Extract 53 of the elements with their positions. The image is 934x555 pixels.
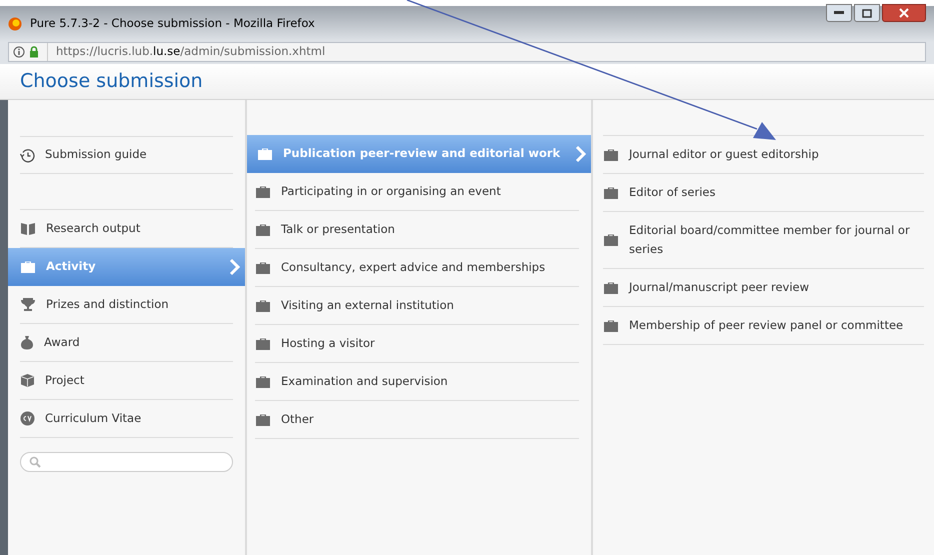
menu-item[interactable]: Editor of series — [603, 174, 924, 212]
bag-icon — [20, 335, 34, 350]
book-icon — [20, 222, 36, 236]
menu-item[interactable]: Membership of peer review panel or committee — [603, 307, 924, 345]
briefcase-icon — [255, 260, 271, 274]
search-field[interactable] — [20, 452, 233, 472]
briefcase-icon — [603, 148, 619, 162]
menu-item[interactable]: Consultancy, expert advice and memberships — [255, 249, 579, 287]
browser-logo-icon — [8, 17, 22, 31]
menu-item[interactable]: Journal/manuscript peer review — [603, 269, 924, 307]
minimize-button[interactable] — [826, 4, 852, 22]
menu-item[interactable]: Participating in or organising an event — [255, 173, 579, 211]
cube-icon — [20, 373, 35, 388]
window-title: Pure 5.7.3-2 - Choose submission - Mozilla Firefox — [30, 15, 315, 32]
briefcase-icon — [255, 412, 271, 426]
briefcase-icon — [20, 260, 36, 274]
menu-item[interactable]: Curriculum Vitae — [20, 400, 233, 438]
close-button[interactable] — [882, 4, 926, 22]
briefcase-icon — [255, 374, 271, 388]
briefcase-icon — [255, 184, 271, 198]
menu-item[interactable]: Examination and supervision — [255, 363, 579, 401]
lock-icon — [29, 46, 39, 58]
page-title: Choose submission — [20, 69, 203, 94]
briefcase-icon — [603, 280, 619, 294]
close-icon — [899, 8, 909, 18]
menu-item[interactable]: Prizes and distinction — [20, 286, 233, 324]
url-text: https://lucris.lub.lu.se/admin/submission.xhtml — [47, 43, 326, 61]
minimize-icon — [834, 11, 844, 15]
briefcase-icon — [255, 336, 271, 350]
chevron-right-icon — [229, 258, 241, 276]
maximize-icon — [862, 8, 872, 18]
cv-icon — [20, 411, 35, 426]
briefcase-icon — [255, 298, 271, 312]
menu-item[interactable]: Editorial board/committee member for journal or series — [603, 212, 924, 269]
menu-item[interactable]: Hosting a visitor — [255, 325, 579, 363]
menu-item[interactable]: Other — [255, 401, 579, 439]
briefcase-icon — [603, 233, 619, 247]
trophy-icon — [20, 297, 36, 312]
maximize-button[interactable] — [854, 4, 880, 22]
history-icon — [20, 148, 35, 162]
menu-item[interactable]: Talk or presentation — [255, 211, 579, 249]
briefcase-icon — [255, 222, 271, 236]
menu-item[interactable]: Visiting an external institution — [255, 287, 579, 325]
briefcase-icon — [257, 147, 273, 161]
address-bar[interactable]: https://lucris.lub.lu.se/admin/submission.xhtml — [8, 42, 926, 62]
info-icon — [13, 46, 25, 58]
search-icon — [29, 456, 41, 468]
menu-item[interactable]: Project — [20, 362, 233, 400]
briefcase-icon — [603, 318, 619, 332]
chevron-right-icon — [575, 145, 587, 163]
menu-item[interactable]: Submission guide — [20, 137, 233, 174]
briefcase-icon — [603, 186, 619, 200]
menu-item[interactable]: Award — [20, 324, 233, 362]
